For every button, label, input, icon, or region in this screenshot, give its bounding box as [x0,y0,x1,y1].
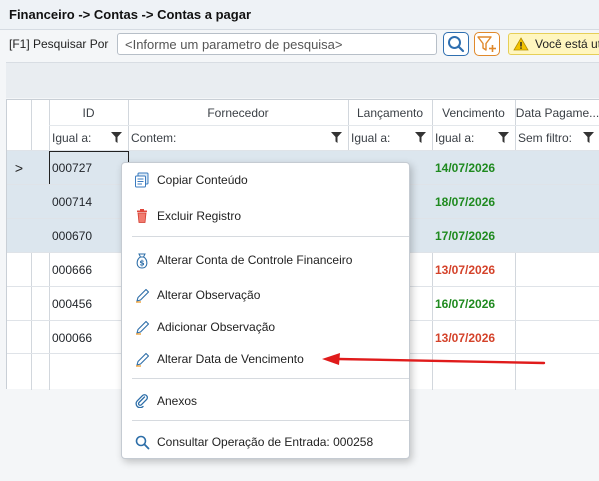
focused-cell-outline [49,151,129,185]
column-header-id[interactable]: ID [49,100,128,125]
filter-label: Igual a: [52,131,92,145]
filter-cell-vencimento[interactable]: Igual a: [432,125,515,150]
copy-icon [134,172,150,188]
filter-label: Igual a: [435,131,475,145]
menu-item-label: Adicionar Observação [157,320,276,334]
menu-item-excluir-registro[interactable]: Excluir Registro [122,203,409,229]
pencil-icon [134,319,150,335]
advanced-filter-button[interactable] [474,32,500,56]
filter-label: Contem: [131,131,177,145]
cell-id[interactable]: 000714 [49,185,92,219]
search-row: [F1] Pesquisar Por Você está uti [0,30,599,58]
group-panel [6,62,599,98]
pencil-icon [134,287,150,303]
cell-vencimento[interactable]: 13/07/2026 [432,321,495,355]
column-header-vencimento[interactable]: Vencimento [432,100,515,125]
column-header-lancamento[interactable]: Lançamento [348,100,432,125]
menu-item-anexos[interactable]: Anexos [122,388,409,414]
filter-cell-fornecedor[interactable]: Contem: [128,125,348,150]
cell-id[interactable]: 000666 [49,253,92,287]
filter-label: Sem filtro: [518,131,573,145]
filter-icon[interactable] [415,132,426,143]
money-bag-icon: $ [134,252,150,269]
cell-vencimento[interactable]: 17/07/2026 [432,219,495,253]
search-icon [448,36,465,53]
menu-item-alterar-observacao[interactable]: Alterar Observação [122,282,409,308]
filter-cell-lancamento[interactable]: Igual a: [348,125,432,150]
filter-icon[interactable] [583,132,594,143]
filter-cell-id[interactable]: Igual a: [49,125,128,150]
search-button[interactable] [443,32,469,56]
warning-icon [513,37,529,51]
cell-id[interactable]: 000066 [49,321,92,355]
cell-vencimento[interactable]: 13/07/2026 [432,253,495,287]
menu-separator [132,420,409,421]
warning-text: Você está uti [535,37,599,51]
svg-text:$: $ [139,258,144,267]
cell-id[interactable]: 000670 [49,219,92,253]
pencil-icon [134,351,150,367]
filter-icon[interactable] [331,132,342,143]
menu-item-label: Alterar Data de Vencimento [157,352,304,366]
menu-item-copiar-conteudo[interactable]: Copiar Conteúdo [122,167,409,193]
menu-item-consultar-operacao-entrada[interactable]: Consultar Operação de Entrada: 000258 [122,429,409,455]
row-selected-indicator: > [14,160,24,176]
menu-item-alterar-conta-controle[interactable]: $ Alterar Conta de Controle Financeiro [122,247,409,273]
menu-item-label: Consultar Operação de Entrada: 000258 [157,435,374,449]
cell-vencimento[interactable]: 16/07/2026 [432,287,495,321]
menu-item-label: Alterar Observação [157,288,261,302]
filter-label: Igual a: [351,131,391,145]
title-bar: Financeiro -> Contas -> Contas a pagar [0,0,599,30]
filter-icon[interactable] [111,132,122,143]
cell-id[interactable]: 000456 [49,287,92,321]
menu-item-adicionar-observacao[interactable]: Adicionar Observação [122,314,409,340]
column-header-data-pagamento[interactable]: Data Pagame... [515,100,599,125]
filter-icon[interactable] [498,132,509,143]
breadcrumb: Financeiro -> Contas -> Contas a pagar [9,7,251,22]
warning-banner: Você está uti [508,33,599,55]
search-label: [F1] Pesquisar Por [9,37,109,51]
menu-item-label: Copiar Conteúdo [157,173,248,187]
paperclip-icon [134,393,150,409]
menu-item-label: Excluir Registro [157,209,242,223]
menu-item-alterar-data-vencimento[interactable]: Alterar Data de Vencimento [122,346,409,372]
menu-separator [132,236,409,237]
cell-vencimento[interactable]: 14/07/2026 [432,151,495,185]
filter-cell-data-pagamento[interactable]: Sem filtro: [515,125,599,150]
filter-add-icon [477,36,496,52]
search-input[interactable] [117,33,437,55]
cell-vencimento[interactable]: 18/07/2026 [432,185,495,219]
trash-icon [134,208,150,224]
menu-item-label: Anexos [157,394,198,408]
menu-item-label: Alterar Conta de Controle Financeiro [157,253,353,267]
column-header-fornecedor[interactable]: Fornecedor [128,100,348,125]
menu-separator [132,378,409,379]
context-menu: Copiar Conteúdo Excluir Registro $ Alter… [121,162,410,459]
search-icon [134,434,150,450]
